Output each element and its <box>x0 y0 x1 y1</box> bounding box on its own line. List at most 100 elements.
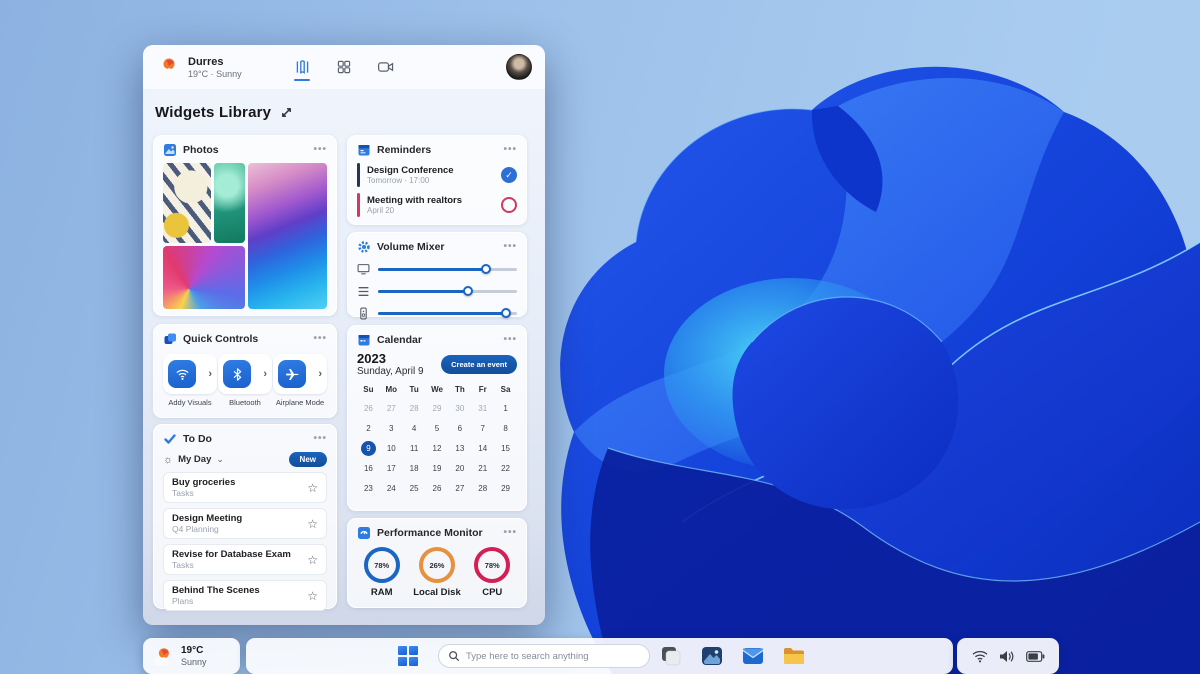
quick-control-bluetooth[interactable]: › Bluetooth <box>218 354 272 407</box>
quick-control-airplane[interactable]: › Airplane Mode <box>273 354 327 407</box>
volume-slider-thumb[interactable] <box>481 264 492 274</box>
calendar-day[interactable]: 14 <box>471 438 494 458</box>
calendar-day[interactable]: 6 <box>448 418 471 438</box>
calendar-day[interactable]: 26 <box>357 398 380 418</box>
widget-menu-button[interactable] <box>313 336 327 342</box>
battery-icon <box>1025 650 1044 662</box>
todo-list-selector[interactable]: ☼ My Day ⌄ New <box>163 452 327 467</box>
taskbar-search[interactable] <box>438 644 650 668</box>
calendar-day[interactable]: 23 <box>357 478 380 498</box>
calendar-day[interactable]: 29 <box>426 398 449 418</box>
photo-thumbnail-picnic[interactable] <box>163 163 211 244</box>
quick-control-wifi[interactable]: › Addy Visuals <box>163 354 217 407</box>
calendar-day[interactable]: 4 <box>403 418 426 438</box>
user-avatar[interactable] <box>506 54 532 80</box>
calendar-day[interactable]: 7 <box>471 418 494 438</box>
calendar-day[interactable]: 28 <box>403 398 426 418</box>
volume-slider-thumb[interactable] <box>500 308 511 318</box>
search-input[interactable] <box>466 650 636 662</box>
calendar-day[interactable]: 11 <box>403 438 426 458</box>
calendar-day-header: Sa <box>500 385 511 394</box>
calendar-day[interactable]: 15 <box>494 438 517 458</box>
photo-thumbnail-gradient[interactable] <box>163 246 245 309</box>
taskbar-system-tray[interactable] <box>957 638 1059 674</box>
volume-slider-thumb[interactable] <box>463 286 474 296</box>
calendar-day[interactable]: 30 <box>448 398 471 418</box>
location-block[interactable]: Durres 19°C · Sunny <box>188 56 242 79</box>
calendar-day[interactable]: 27 <box>448 478 471 498</box>
bluetooth-toggle[interactable] <box>223 360 251 388</box>
calendar-day[interactable]: 21 <box>471 458 494 478</box>
mail-app-button[interactable] <box>740 643 766 669</box>
photo-collage <box>163 163 327 309</box>
calendar-day[interactable]: 25 <box>403 478 426 498</box>
calendar-day[interactable]: 3 <box>380 418 403 438</box>
calendar-day[interactable]: 24 <box>380 478 403 498</box>
nav-widgets-tab[interactable] <box>333 55 355 79</box>
volume-slider-track[interactable] <box>378 264 517 274</box>
calendar-day[interactable]: 20 <box>448 458 471 478</box>
calendar-day[interactable]: 8 <box>494 418 517 438</box>
calendar-day[interactable]: 12 <box>426 438 449 458</box>
taskbar-weather-widget[interactable]: 19°C Sunny <box>143 638 240 674</box>
reminder-item[interactable]: Meeting with realtors April 20 <box>357 193 517 217</box>
task-title: Revise for Database Exam <box>172 549 291 560</box>
task-view-button[interactable] <box>658 643 684 669</box>
calendar-day[interactable]: 19 <box>426 458 449 478</box>
task-item[interactable]: Design Meeting Q4 Planning ☆ <box>163 508 327 539</box>
reminder-item[interactable]: Design Conference Tomorrow · 17:00 ✓ <box>357 163 517 187</box>
reminder-open-circle[interactable] <box>501 197 517 213</box>
calendar-day-selected[interactable]: 9 <box>357 438 380 458</box>
calendar-day[interactable]: 5 <box>426 418 449 438</box>
calendar-day[interactable]: 18 <box>403 458 426 478</box>
photos-app-button[interactable] <box>699 643 725 669</box>
calendar-day[interactable]: 10 <box>380 438 403 458</box>
calendar-day[interactable]: 28 <box>471 478 494 498</box>
start-button[interactable] <box>398 646 418 666</box>
reminder-complete-check[interactable]: ✓ <box>501 167 517 183</box>
task-item[interactable]: Buy groceries Tasks ☆ <box>163 472 327 503</box>
widget-menu-button[interactable] <box>313 436 327 442</box>
create-event-button[interactable]: Create an event <box>441 354 517 374</box>
chevron-right-icon[interactable]: › <box>318 368 322 380</box>
chevron-right-icon[interactable]: › <box>263 368 267 380</box>
calendar-day[interactable]: 17 <box>380 458 403 478</box>
quick-control-tile[interactable]: › <box>163 354 217 394</box>
star-icon[interactable]: ☆ <box>307 589 318 603</box>
chevron-right-icon[interactable]: › <box>208 368 212 380</box>
quick-control-tile[interactable]: › <box>273 354 327 394</box>
widget-menu-button[interactable] <box>503 147 517 153</box>
reminder-subtitle: Tomorrow · 17:00 <box>367 175 430 185</box>
calendar-day[interactable]: 16 <box>357 458 380 478</box>
widget-menu-button[interactable] <box>503 530 517 536</box>
calendar-day[interactable]: 29 <box>494 478 517 498</box>
star-icon[interactable]: ☆ <box>307 517 318 531</box>
photo-thumbnail-water[interactable] <box>213 163 245 244</box>
calendar-day[interactable]: 13 <box>448 438 471 458</box>
calendar-day[interactable]: 26 <box>426 478 449 498</box>
airplane-toggle[interactable] <box>278 360 306 388</box>
widget-menu-button[interactable] <box>503 337 517 343</box>
calendar-day[interactable]: 27 <box>380 398 403 418</box>
file-explorer-button[interactable] <box>781 643 807 669</box>
nav-video-tab[interactable] <box>375 55 397 79</box>
widget-menu-button[interactable] <box>313 147 327 153</box>
volume-slider-track[interactable] <box>378 308 517 318</box>
calendar-day[interactable]: 1 <box>494 398 517 418</box>
photo-thumbnail-wave[interactable] <box>247 163 327 309</box>
calendar-day[interactable]: 22 <box>494 458 517 478</box>
volume-slider-track[interactable] <box>378 286 517 296</box>
quick-control-tile[interactable]: › <box>218 354 272 394</box>
calendar-day[interactable]: 2 <box>357 418 380 438</box>
new-task-button[interactable]: New <box>288 452 327 467</box>
wifi-toggle[interactable] <box>168 360 196 388</box>
calendar-day[interactable]: 31 <box>471 398 494 418</box>
task-item[interactable]: Revise for Database Exam Tasks ☆ <box>163 544 327 575</box>
expand-icon[interactable] <box>280 106 293 119</box>
widget-menu-button[interactable] <box>503 244 517 250</box>
star-icon[interactable]: ☆ <box>307 553 318 567</box>
task-item[interactable]: Behind The Scenes Plans ☆ <box>163 580 327 611</box>
star-icon[interactable]: ☆ <box>307 481 318 495</box>
performance-metric: 26% Local Disk <box>413 547 461 598</box>
nav-library-tab[interactable] <box>291 55 313 81</box>
